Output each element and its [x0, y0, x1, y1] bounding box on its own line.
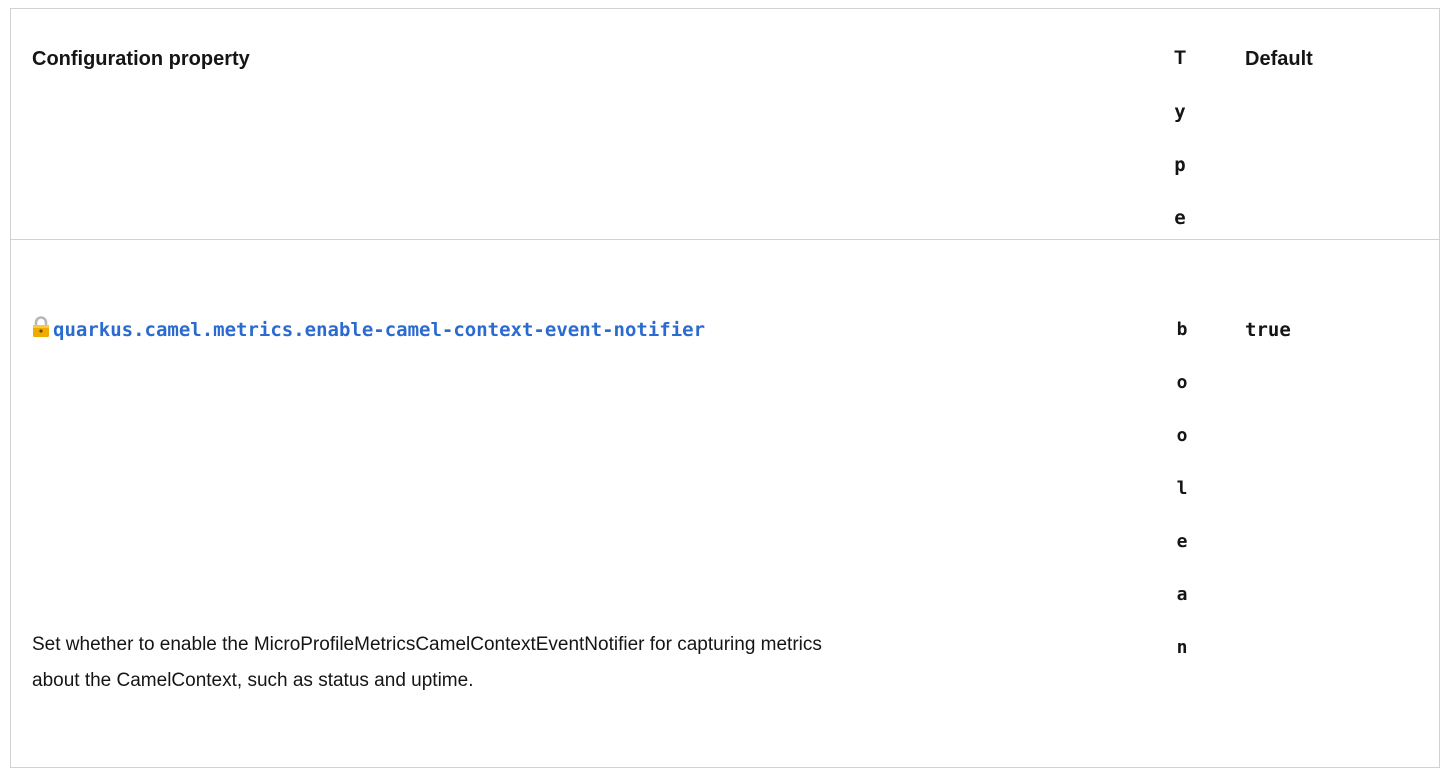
type-value: b o o l e a n	[1175, 316, 1189, 687]
type-letter: e	[1176, 531, 1188, 552]
header-type-letter: p	[1174, 154, 1186, 176]
header-type: T y p e	[1173, 45, 1187, 257]
header-type-letter: T	[1174, 48, 1186, 69]
description-line: about the CamelContext, such as status a…	[32, 670, 474, 691]
table-header-row: Configuration property T y p e Default	[11, 9, 1439, 240]
default-value: true	[1245, 319, 1291, 341]
lock-icon	[32, 316, 50, 338]
property-cell: quarkus.camel.metrics.enable-camel-conte…	[32, 316, 705, 344]
table-row: quarkus.camel.metrics.enable-camel-conte…	[11, 240, 1439, 780]
type-letter: l	[1176, 478, 1188, 499]
type-letter: o	[1176, 372, 1188, 393]
type-letter: a	[1176, 584, 1188, 605]
type-letter: o	[1176, 425, 1188, 446]
config-table: Configuration property T y p e Default q…	[10, 8, 1440, 768]
header-configuration-property: Configuration property	[32, 48, 250, 70]
property-link[interactable]: quarkus.camel.metrics.enable-camel-conte…	[53, 316, 705, 344]
header-type-letter: e	[1174, 207, 1186, 229]
description-line: Set whether to enable the MicroProfileMe…	[32, 634, 822, 655]
header-type-letter: y	[1174, 101, 1186, 123]
type-letter: b	[1176, 319, 1188, 340]
header-default: Default	[1245, 48, 1313, 70]
type-letter: n	[1176, 637, 1188, 658]
property-description: Set whether to enable the MicroProfileMe…	[32, 627, 1112, 699]
